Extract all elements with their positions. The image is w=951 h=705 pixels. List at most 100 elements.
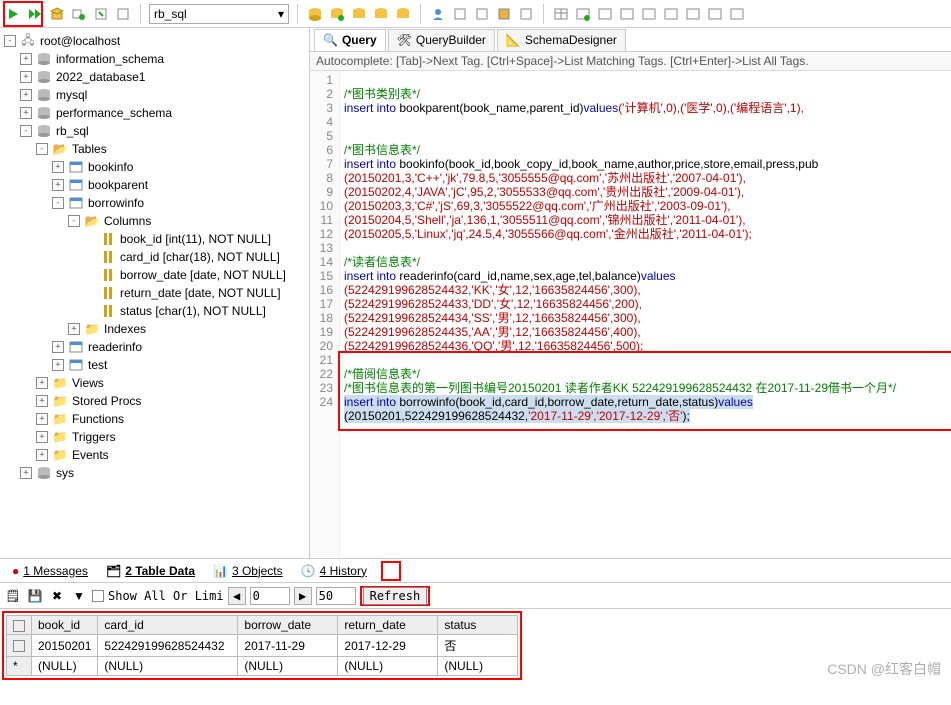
db-icon-5[interactable] [394, 5, 412, 23]
tree-table-open[interactable]: -borrowinfo [0, 194, 309, 212]
grid-cell[interactable]: (NULL) [238, 657, 338, 676]
tree-db-open[interactable]: -rb_sql [0, 122, 309, 140]
tool-icon-b[interactable] [473, 5, 491, 23]
prev-page-button[interactable]: ◀ [228, 587, 246, 605]
grid-icon[interactable]: 🗒 [4, 587, 22, 605]
tool-icon-c[interactable] [495, 5, 513, 23]
tree-tables-folder[interactable]: -📂Tables [0, 140, 309, 158]
table-icon-5[interactable] [640, 5, 658, 23]
tree-folder[interactable]: +📁Stored Procs [0, 392, 309, 410]
schema-tree[interactable]: -🖧root@localhost +information_schema +20… [0, 28, 310, 558]
db-icon-4[interactable] [372, 5, 390, 23]
tree-table[interactable]: +bookparent [0, 176, 309, 194]
tree-columns-folder[interactable]: -📂Columns [0, 212, 309, 230]
tree-column[interactable]: book_id [int(11), NOT NULL] [0, 230, 309, 248]
refresh-button[interactable]: Refresh [363, 587, 428, 605]
tab-tabledata[interactable]: 🗂2 Table Data [98, 562, 203, 580]
tree-folder[interactable]: +📁Events [0, 446, 309, 464]
grid-col-header[interactable]: card_id [98, 616, 238, 635]
tree-db[interactable]: +sys [0, 464, 309, 482]
tree-db[interactable]: +mysql [0, 86, 309, 104]
filter-icon[interactable]: ▼ [70, 587, 88, 605]
table-icon-8[interactable] [706, 5, 724, 23]
grid-cell[interactable]: (NULL) [338, 657, 438, 676]
offset-input[interactable] [250, 587, 290, 605]
database-icon [36, 51, 52, 67]
table-icon-1[interactable] [552, 5, 570, 23]
showall-checkbox[interactable] [92, 590, 104, 602]
tree-item-label: Indexes [104, 322, 146, 336]
separator [140, 4, 141, 24]
user-icon[interactable] [429, 5, 447, 23]
grid-cell[interactable]: 522429199628524432 [98, 635, 238, 657]
folder-icon: 📁 [52, 411, 68, 427]
tree-folder[interactable]: +📁Triggers [0, 428, 309, 446]
tree-column[interactable]: return_date [date, NOT NULL] [0, 284, 309, 302]
tree-table[interactable]: +test [0, 356, 309, 374]
table-icon-9[interactable] [728, 5, 746, 23]
table-icon-2[interactable] [574, 5, 592, 23]
grid-cell[interactable]: (NULL) [98, 657, 238, 676]
tab-label: 3 Objects [232, 564, 283, 578]
db-refresh-icon[interactable] [328, 5, 346, 23]
tree-indexes-folder[interactable]: +📁Indexes [0, 320, 309, 338]
tree-column[interactable]: status [char(1), NOT NULL] [0, 302, 309, 320]
tree-folder[interactable]: +📁Views [0, 374, 309, 392]
tree-item-label: Functions [72, 412, 124, 426]
row-selector[interactable] [7, 635, 32, 657]
table-icon-4[interactable] [618, 5, 636, 23]
tool-icon-a[interactable] [451, 5, 469, 23]
row-selector-new[interactable]: * [7, 657, 32, 676]
grid-col-header[interactable]: status [438, 616, 518, 635]
tree-table[interactable]: +bookinfo [0, 158, 309, 176]
next-page-button[interactable]: ▶ [294, 587, 312, 605]
grid-col-header[interactable]: book_id [32, 616, 98, 635]
grid-cell[interactable]: 20150201 [32, 635, 98, 657]
tool-icon-d[interactable] [517, 5, 535, 23]
grid-cell[interactable]: 2017-11-29 [238, 635, 338, 657]
tree-db[interactable]: +2022_database1 [0, 68, 309, 86]
tab-querybuilder[interactable]: 🛠QueryBuilder [388, 29, 495, 51]
tree-db[interactable]: +performance_schema [0, 104, 309, 122]
db-gold-icon[interactable] [306, 5, 324, 23]
grid-col-header[interactable]: return_date [338, 616, 438, 635]
tool-icon-4[interactable] [114, 5, 132, 23]
sql-editor[interactable]: 123456789101112131415161718192021222324 … [310, 71, 951, 558]
tab-query[interactable]: 🔍Query [314, 29, 386, 51]
db-icon-3[interactable] [350, 5, 368, 23]
main-toolbar: rb_sql ▾ [0, 0, 951, 28]
separator [297, 4, 298, 24]
grid-cell[interactable]: 2017-12-29 [338, 635, 438, 657]
tree-column[interactable]: borrow_date [date, NOT NULL] [0, 266, 309, 284]
code-area[interactable]: /*图书类别表*/ insert into bookparent(book_na… [340, 71, 951, 558]
grid-row[interactable]: 20150201 522429199628524432 2017-11-29 2… [7, 635, 518, 657]
tool-icon-3[interactable] [92, 5, 110, 23]
save-icon[interactable]: 💾 [26, 587, 44, 605]
grid-cell[interactable]: (NULL) [438, 657, 518, 676]
tree-root[interactable]: -🖧root@localhost [0, 32, 309, 50]
tree-table[interactable]: +readerinfo [0, 338, 309, 356]
tab-schemadesigner[interactable]: 📐SchemaDesigner [497, 29, 626, 51]
tab-messages[interactable]: ●1 Messages [4, 562, 96, 580]
table-icon-7[interactable] [684, 5, 702, 23]
tree-db[interactable]: +information_schema [0, 50, 309, 68]
table-icon-6[interactable] [662, 5, 680, 23]
tree-item-label: sys [56, 466, 74, 480]
database-dropdown[interactable]: rb_sql ▾ [149, 4, 289, 24]
table-icon-3[interactable] [596, 5, 614, 23]
tab-history[interactable]: 🕓4 History [293, 562, 375, 580]
info-icon: ● [12, 564, 19, 578]
tool-icon-1[interactable] [48, 5, 66, 23]
limit-input[interactable] [316, 587, 356, 605]
result-grid[interactable]: book_id card_id borrow_date return_date … [6, 615, 518, 676]
tab-objects[interactable]: 📊3 Objects [205, 562, 291, 580]
tree-column[interactable]: card_id [char(18), NOT NULL] [0, 248, 309, 266]
grid-col-header[interactable]: borrow_date [238, 616, 338, 635]
grid-row-new[interactable]: * (NULL) (NULL) (NULL) (NULL) (NULL) [7, 657, 518, 676]
tool-icon-2[interactable] [70, 5, 88, 23]
grid-cell[interactable]: 否 [438, 635, 518, 657]
tree-folder[interactable]: +📁Functions [0, 410, 309, 428]
row-selector-header[interactable] [7, 616, 32, 635]
grid-cell[interactable]: (NULL) [32, 657, 98, 676]
delete-row-icon[interactable]: ✖ [48, 587, 66, 605]
